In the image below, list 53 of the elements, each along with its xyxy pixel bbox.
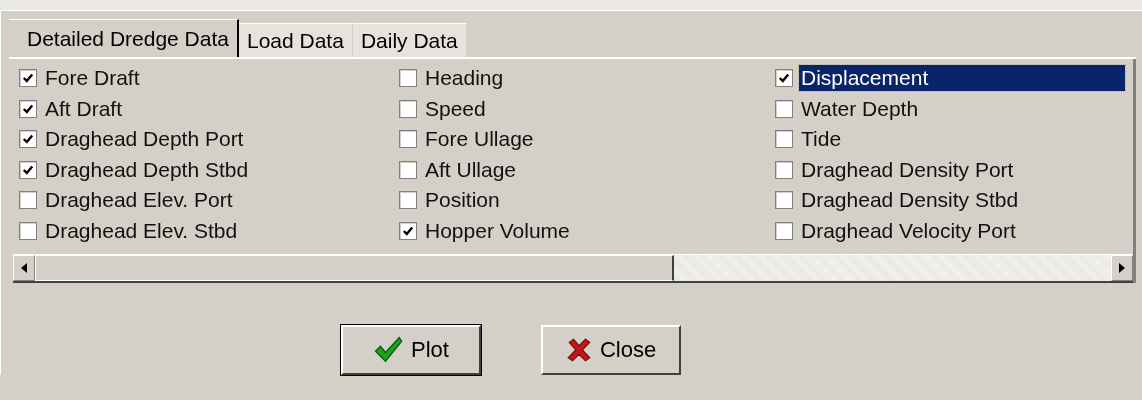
list-item[interactable]: Heading xyxy=(423,65,506,92)
list-item[interactable]: Aft Ullage xyxy=(423,156,519,183)
checkbox[interactable] xyxy=(399,191,417,210)
check-icon xyxy=(22,163,34,176)
checkmark-icon xyxy=(373,335,404,365)
horizontal-scrollbar[interactable] xyxy=(13,254,1133,283)
scroll-left-icon[interactable] xyxy=(13,255,35,281)
checkbox[interactable] xyxy=(775,191,793,210)
list-item[interactable]: Displacement xyxy=(799,65,1125,92)
checkbox[interactable] xyxy=(19,99,37,118)
checkbox[interactable] xyxy=(399,221,417,240)
list-item[interactable]: Draghead Depth Stbd xyxy=(43,156,251,183)
checkbox[interactable] xyxy=(775,99,793,118)
checkbox[interactable] xyxy=(399,130,417,149)
checkbox[interactable] xyxy=(399,160,417,179)
checkbox[interactable] xyxy=(19,130,37,149)
list-item[interactable]: Hopper Volume xyxy=(423,217,572,244)
list-item[interactable]: Fore Draft xyxy=(43,65,142,92)
list-item[interactable]: Draghead Elev. Port xyxy=(43,187,235,214)
x-icon xyxy=(565,337,592,363)
list-item[interactable]: Fore Ullage xyxy=(423,126,536,153)
list-item[interactable]: Draghead Depth Port xyxy=(43,126,246,153)
list-item[interactable]: Tide xyxy=(799,126,844,153)
list-item[interactable]: Draghead Elev. Stbd xyxy=(43,217,240,244)
list-item[interactable]: Aft Draft xyxy=(43,95,125,122)
checkbox[interactable] xyxy=(775,221,793,240)
scroll-right-icon[interactable] xyxy=(1111,255,1133,281)
list-item[interactable]: Draghead Velocity Port xyxy=(799,217,1018,244)
list-item[interactable]: Draghead Density Port xyxy=(799,156,1016,183)
list-item[interactable]: Water Depth xyxy=(799,95,921,122)
tab[interactable]: Daily Data xyxy=(352,23,467,57)
list-item[interactable]: Draghead Density Stbd xyxy=(799,187,1021,214)
list-item[interactable]: Position xyxy=(423,187,502,214)
checkbox[interactable] xyxy=(775,130,793,149)
check-icon xyxy=(22,133,34,146)
checkbox[interactable] xyxy=(19,191,37,210)
check-icon xyxy=(22,102,34,115)
plot-button[interactable]: Plot xyxy=(341,325,481,375)
close-button[interactable]: Close xyxy=(541,325,681,375)
checkbox[interactable] xyxy=(775,69,793,88)
check-icon xyxy=(402,224,414,237)
checkbox[interactable] xyxy=(19,160,37,179)
checkbox[interactable] xyxy=(19,69,37,88)
checkbox[interactable] xyxy=(399,99,417,118)
check-icon xyxy=(22,72,34,85)
checkbox[interactable] xyxy=(775,160,793,179)
tab[interactable]: Load Data xyxy=(238,23,353,57)
list-item[interactable]: Speed xyxy=(423,95,488,122)
checkbox[interactable] xyxy=(399,69,417,88)
checkbox[interactable] xyxy=(19,221,37,240)
tab[interactable]: Detailed Dredge Data xyxy=(9,19,239,57)
check-icon xyxy=(778,72,790,85)
scroll-thumb[interactable] xyxy=(35,255,674,281)
